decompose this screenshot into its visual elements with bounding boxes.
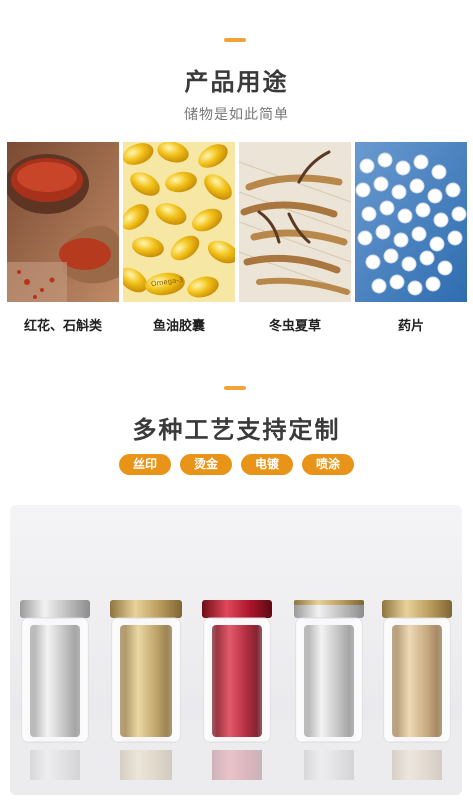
usage-label-cordyceps: 冬虫夏草 <box>268 319 321 334</box>
bottle-silver-gold-rim <box>294 600 364 780</box>
tag-spray-coat: 喷涂 <box>302 454 354 475</box>
fish-oil-capsules-image: Omega-3 <box>123 142 235 302</box>
section1-accent-bar <box>224 38 246 42</box>
section2-title: 多种工艺支持定制 <box>132 416 341 444</box>
tag-electroplate: 电镀 <box>241 454 293 475</box>
tag-hot-stamp: 烫金 <box>180 454 232 475</box>
usage-image-row: Omega-3 <box>7 142 467 302</box>
usage-label-fish-oil: 鱼油胶囊 <box>152 319 205 334</box>
bottle-gold <box>110 600 182 780</box>
craft-tag-row: 丝印 烫金 电镀 喷涂 <box>0 454 473 476</box>
bottle-champagne <box>382 600 452 780</box>
tag-silk-print: 丝印 <box>119 454 171 475</box>
white-pills-image <box>355 142 467 302</box>
section1-title: 产品用途 <box>184 68 289 96</box>
cordyceps-image <box>239 142 351 302</box>
section1-subtitle: 储物是如此简单 <box>184 107 289 123</box>
usage-label-pills: 药片 <box>397 319 424 334</box>
bottle-silver <box>20 600 90 780</box>
bottles-product-image <box>10 505 462 795</box>
usage-label-safflower: 红花、石斛类 <box>23 319 102 334</box>
bottle-red <box>202 600 272 780</box>
section2-accent-bar <box>224 386 246 390</box>
safflower-spoon-image <box>7 142 119 302</box>
